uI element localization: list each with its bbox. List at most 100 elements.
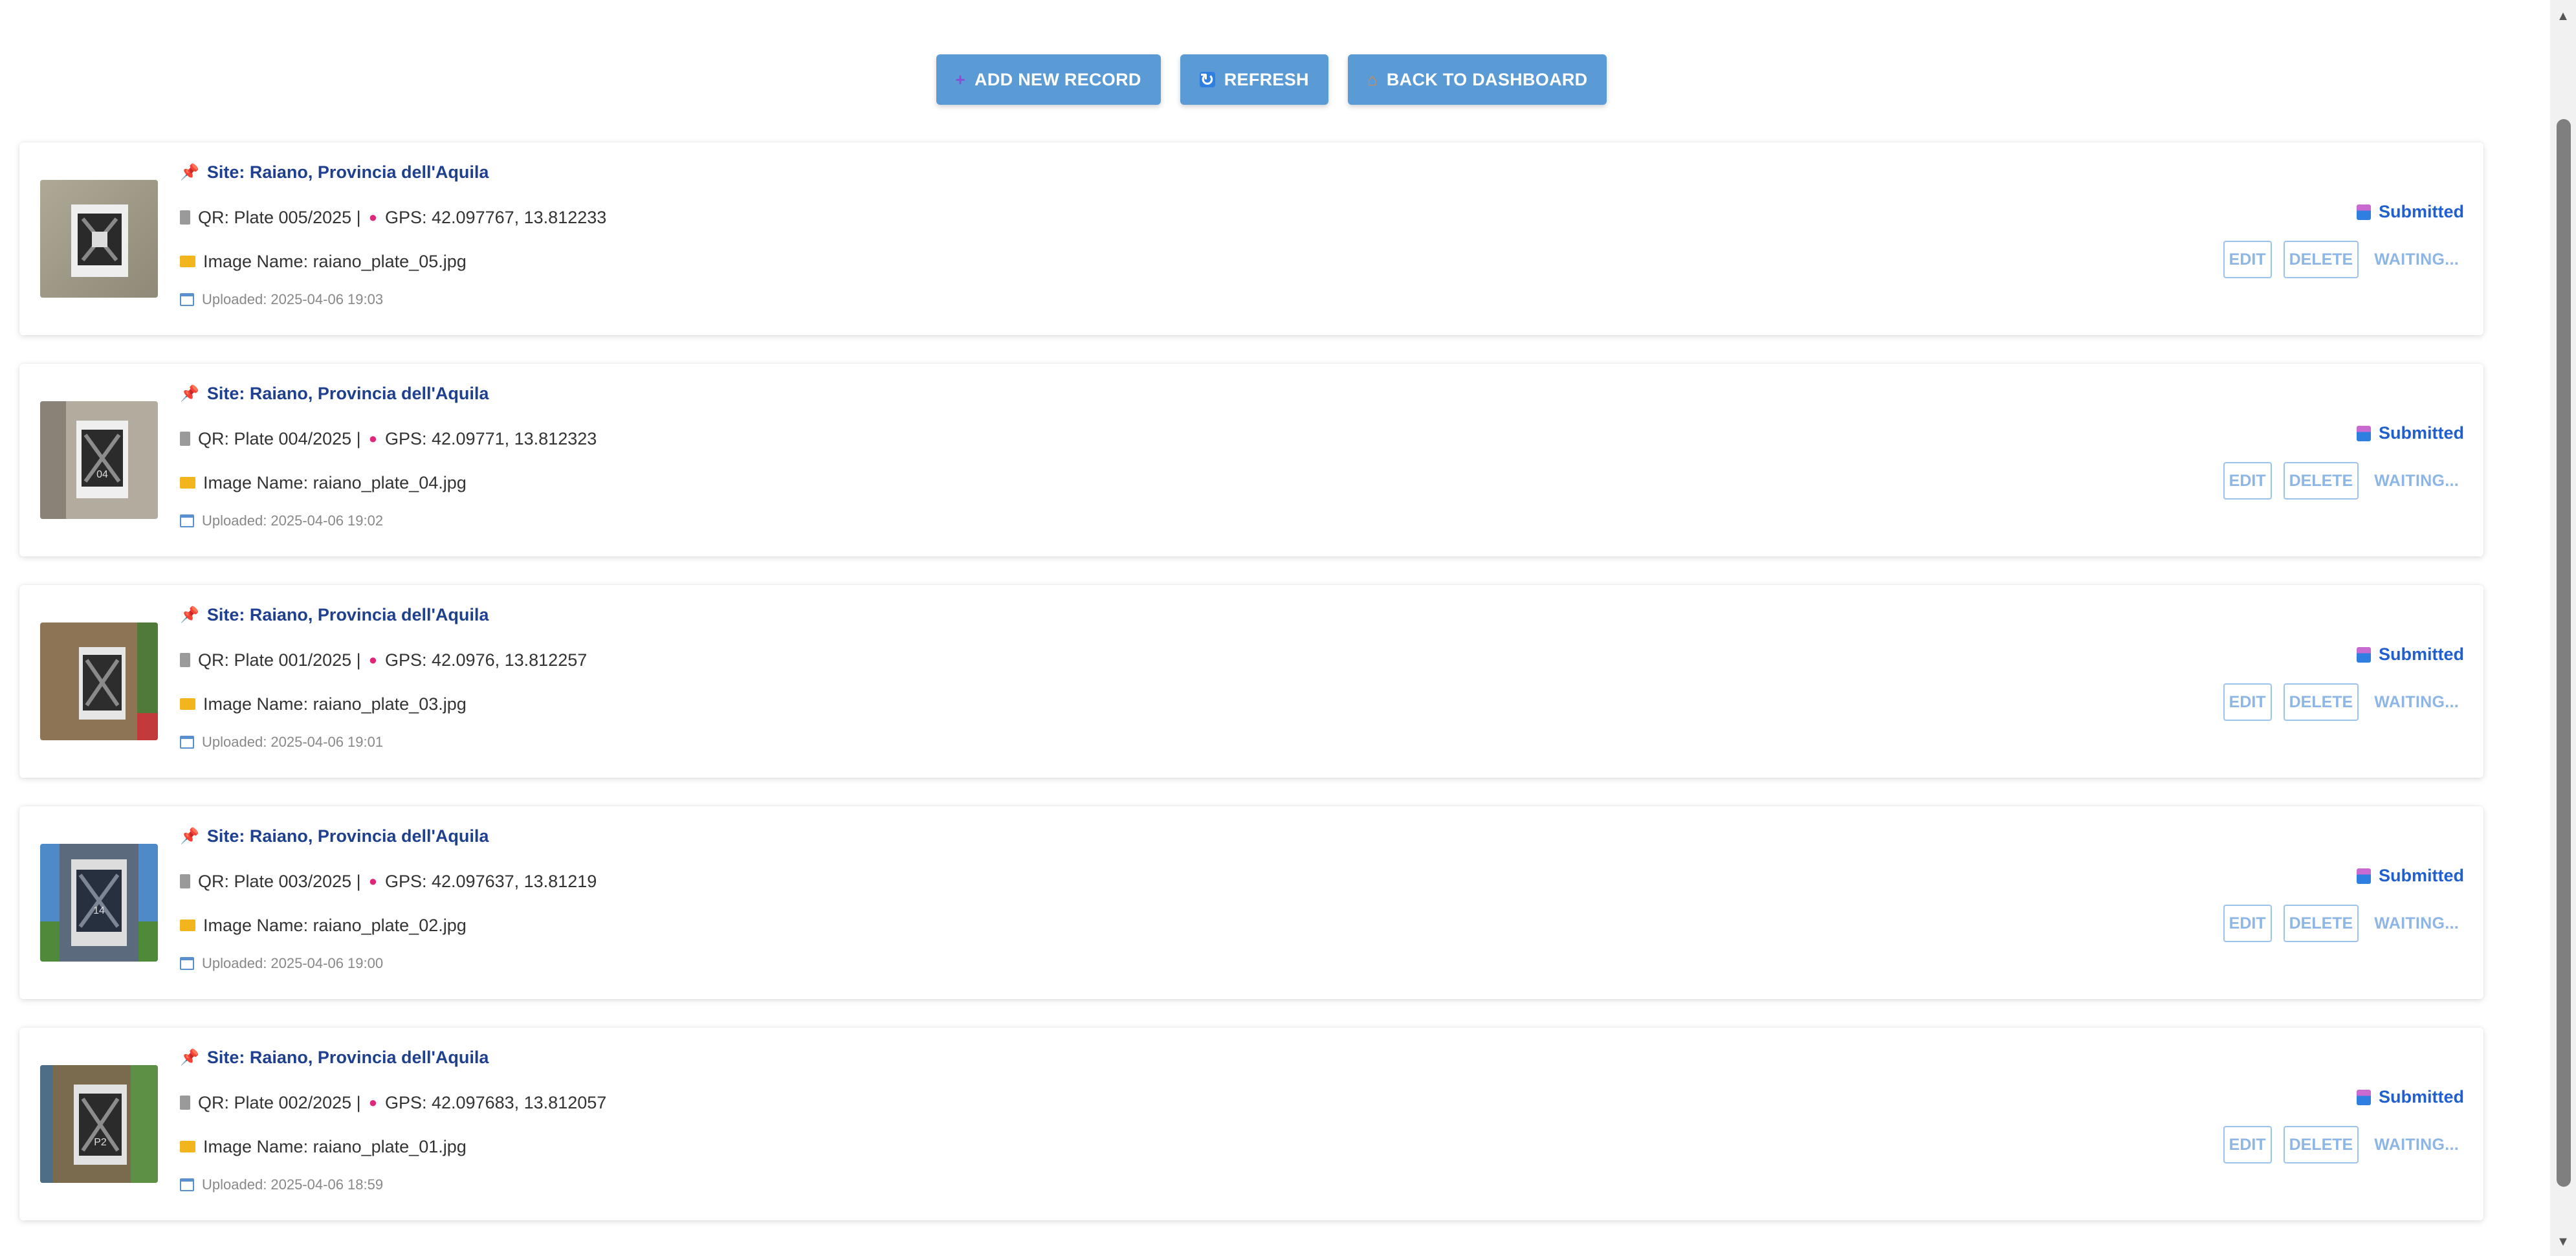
back-to-dashboard-button[interactable]: ⌂ BACK TO DASHBOARD xyxy=(1347,54,1607,105)
qr-text: QR: Plate 001/2025 | xyxy=(198,650,361,670)
uploaded-text: Uploaded: 2025-04-06 18:59 xyxy=(202,1176,384,1193)
document-icon xyxy=(180,210,190,225)
image-name-text: Image Name: raiano_plate_04.jpg xyxy=(203,472,467,492)
outbox-tray-icon xyxy=(2357,425,2371,441)
image-name-line: Image Name: raiano_plate_04.jpg xyxy=(180,471,597,494)
site-text: Site: Raiano, Provincia dell'Aquila xyxy=(206,1047,489,1067)
image-name-text: Image Name: raiano_plate_05.jpg xyxy=(203,251,467,271)
edit-button[interactable]: EDIT xyxy=(2223,241,2272,278)
back-to-dashboard-label: BACK TO DASHBOARD xyxy=(1386,69,1588,89)
location-pin-icon: ● xyxy=(368,873,377,889)
record-card: P2 📌 Site: Raiano, Provincia dell'Aquila… xyxy=(19,1028,2483,1220)
pushpin-icon: 📌 xyxy=(180,1048,199,1066)
scrollbar-thumb[interactable] xyxy=(2557,119,2571,1187)
status-text: Submitted xyxy=(2379,645,2464,664)
folder-icon xyxy=(180,1141,195,1152)
add-new-record-label: ADD NEW RECORD xyxy=(974,69,1141,89)
status-text: Submitted xyxy=(2379,423,2464,443)
record-actions: EDIT DELETE WAITING... xyxy=(2223,1126,2459,1163)
status-badge: Submitted xyxy=(2357,1087,2464,1107)
record-card: 14 📌 Site: Raiano, Provincia dell'Aquila… xyxy=(19,806,2483,999)
waiting-status: WAITING... xyxy=(2374,1135,2459,1154)
plate-photo-image xyxy=(40,622,158,740)
site-text: Site: Raiano, Provincia dell'Aquila xyxy=(206,162,489,182)
delete-button[interactable]: DELETE xyxy=(2283,905,2359,942)
refresh-label: REFRESH xyxy=(1224,69,1309,89)
gps-text: GPS: 42.097637, 13.81219 xyxy=(384,871,597,891)
document-icon xyxy=(180,653,190,667)
edit-button[interactable]: EDIT xyxy=(2223,683,2272,721)
status-text: Submitted xyxy=(2379,866,2464,885)
delete-button[interactable]: DELETE xyxy=(2283,1126,2359,1163)
record-info: 📌 Site: Raiano, Provincia dell'Aquila QR… xyxy=(180,603,587,752)
record-card: 04 📌 Site: Raiano, Provincia dell'Aquila… xyxy=(19,364,2483,556)
document-icon xyxy=(180,1096,190,1110)
record-info: 📌 Site: Raiano, Provincia dell'Aquila QR… xyxy=(180,824,597,973)
calendar-icon xyxy=(180,293,194,306)
qr-gps-line: QR: Plate 005/2025 | ● GPS: 42.097767, 1… xyxy=(180,206,606,229)
gps-text: GPS: 42.097683, 13.812057 xyxy=(384,1092,607,1112)
waiting-status: WAITING... xyxy=(2374,692,2459,711)
outbox-tray-icon xyxy=(2357,1089,2371,1105)
folder-icon xyxy=(180,477,195,489)
plate-photo-thumbnail[interactable]: 04 xyxy=(40,401,158,519)
pushpin-icon: 📌 xyxy=(180,384,199,402)
delete-button[interactable]: DELETE xyxy=(2283,683,2359,721)
qr-text: QR: Plate 005/2025 | xyxy=(198,207,361,227)
plate-photo-label: P2 xyxy=(94,1137,107,1148)
plus-icon: + xyxy=(955,70,966,89)
plate-photo-image: P2 xyxy=(40,1065,158,1183)
record-actions: EDIT DELETE WAITING... xyxy=(2223,905,2459,942)
edit-button[interactable]: EDIT xyxy=(2223,905,2272,942)
edit-button[interactable]: EDIT xyxy=(2223,462,2272,500)
uploaded-text: Uploaded: 2025-04-06 19:01 xyxy=(202,734,384,750)
pushpin-icon: 📌 xyxy=(180,606,199,624)
delete-button[interactable]: DELETE xyxy=(2283,241,2359,278)
plate-photo-thumbnail[interactable]: 14 xyxy=(40,844,158,962)
scroll-up-arrow-icon[interactable]: ▲ xyxy=(2550,9,2576,24)
record-card: 📌 Site: Raiano, Provincia dell'Aquila QR… xyxy=(19,142,2483,335)
add-new-record-button[interactable]: + ADD NEW RECORD xyxy=(936,54,1161,105)
record-info: 📌 Site: Raiano, Provincia dell'Aquila QR… xyxy=(180,160,606,309)
image-name-text: Image Name: raiano_plate_03.jpg xyxy=(203,694,467,714)
site-line: 📌 Site: Raiano, Provincia dell'Aquila xyxy=(180,824,597,848)
image-name-line: Image Name: raiano_plate_01.jpg xyxy=(180,1135,606,1158)
uploaded-line: Uploaded: 2025-04-06 19:00 xyxy=(180,954,597,973)
record-card: 📌 Site: Raiano, Provincia dell'Aquila QR… xyxy=(19,585,2483,778)
uploaded-text: Uploaded: 2025-04-06 19:02 xyxy=(202,512,384,529)
plate-photo-thumbnail[interactable] xyxy=(40,622,158,740)
qr-text: QR: Plate 002/2025 | xyxy=(198,1092,361,1112)
refresh-button[interactable]: ↻ REFRESH xyxy=(1180,54,1328,105)
location-pin-icon: ● xyxy=(368,430,377,446)
status-badge: Submitted xyxy=(2357,202,2464,222)
plate-photo-thumbnail[interactable] xyxy=(40,180,158,298)
qr-gps-line: QR: Plate 003/2025 | ● GPS: 42.097637, 1… xyxy=(180,870,597,893)
plate-photo-thumbnail[interactable]: P2 xyxy=(40,1065,158,1183)
calendar-icon xyxy=(180,514,194,527)
qr-gps-line: QR: Plate 004/2025 | ● GPS: 42.09771, 13… xyxy=(180,427,597,450)
site-text: Site: Raiano, Provincia dell'Aquila xyxy=(206,604,489,624)
qr-gps-line: QR: Plate 002/2025 | ● GPS: 42.097683, 1… xyxy=(180,1091,606,1114)
status-text: Submitted xyxy=(2379,1087,2464,1107)
status-badge: Submitted xyxy=(2357,423,2464,443)
scroll-down-arrow-icon[interactable]: ▼ xyxy=(2550,1235,2576,1250)
vertical-scrollbar[interactable]: ▲ ▼ xyxy=(2550,0,2576,1256)
record-info: 📌 Site: Raiano, Provincia dell'Aquila QR… xyxy=(180,382,597,531)
site-line: 📌 Site: Raiano, Provincia dell'Aquila xyxy=(180,382,597,405)
status-text: Submitted xyxy=(2379,202,2464,221)
delete-button[interactable]: DELETE xyxy=(2283,462,2359,500)
gps-text: GPS: 42.0976, 13.812257 xyxy=(384,650,588,670)
folder-icon xyxy=(180,698,195,710)
site-line: 📌 Site: Raiano, Provincia dell'Aquila xyxy=(180,603,587,626)
waiting-status: WAITING... xyxy=(2374,914,2459,932)
gps-text: GPS: 42.097767, 13.812233 xyxy=(384,207,607,227)
image-name-text: Image Name: raiano_plate_01.jpg xyxy=(203,1136,467,1156)
plate-photo-label: 14 xyxy=(93,905,105,916)
location-pin-icon: ● xyxy=(368,1094,377,1110)
outbox-tray-icon xyxy=(2357,868,2371,884)
record-actions: EDIT DELETE WAITING... xyxy=(2223,241,2459,278)
pushpin-icon: 📌 xyxy=(180,827,199,845)
edit-button[interactable]: EDIT xyxy=(2223,1126,2272,1163)
toolbar: + ADD NEW RECORD ↻ REFRESH ⌂ BACK TO DAS… xyxy=(0,54,2543,105)
uploaded-line: Uploaded: 2025-04-06 18:59 xyxy=(180,1175,606,1195)
